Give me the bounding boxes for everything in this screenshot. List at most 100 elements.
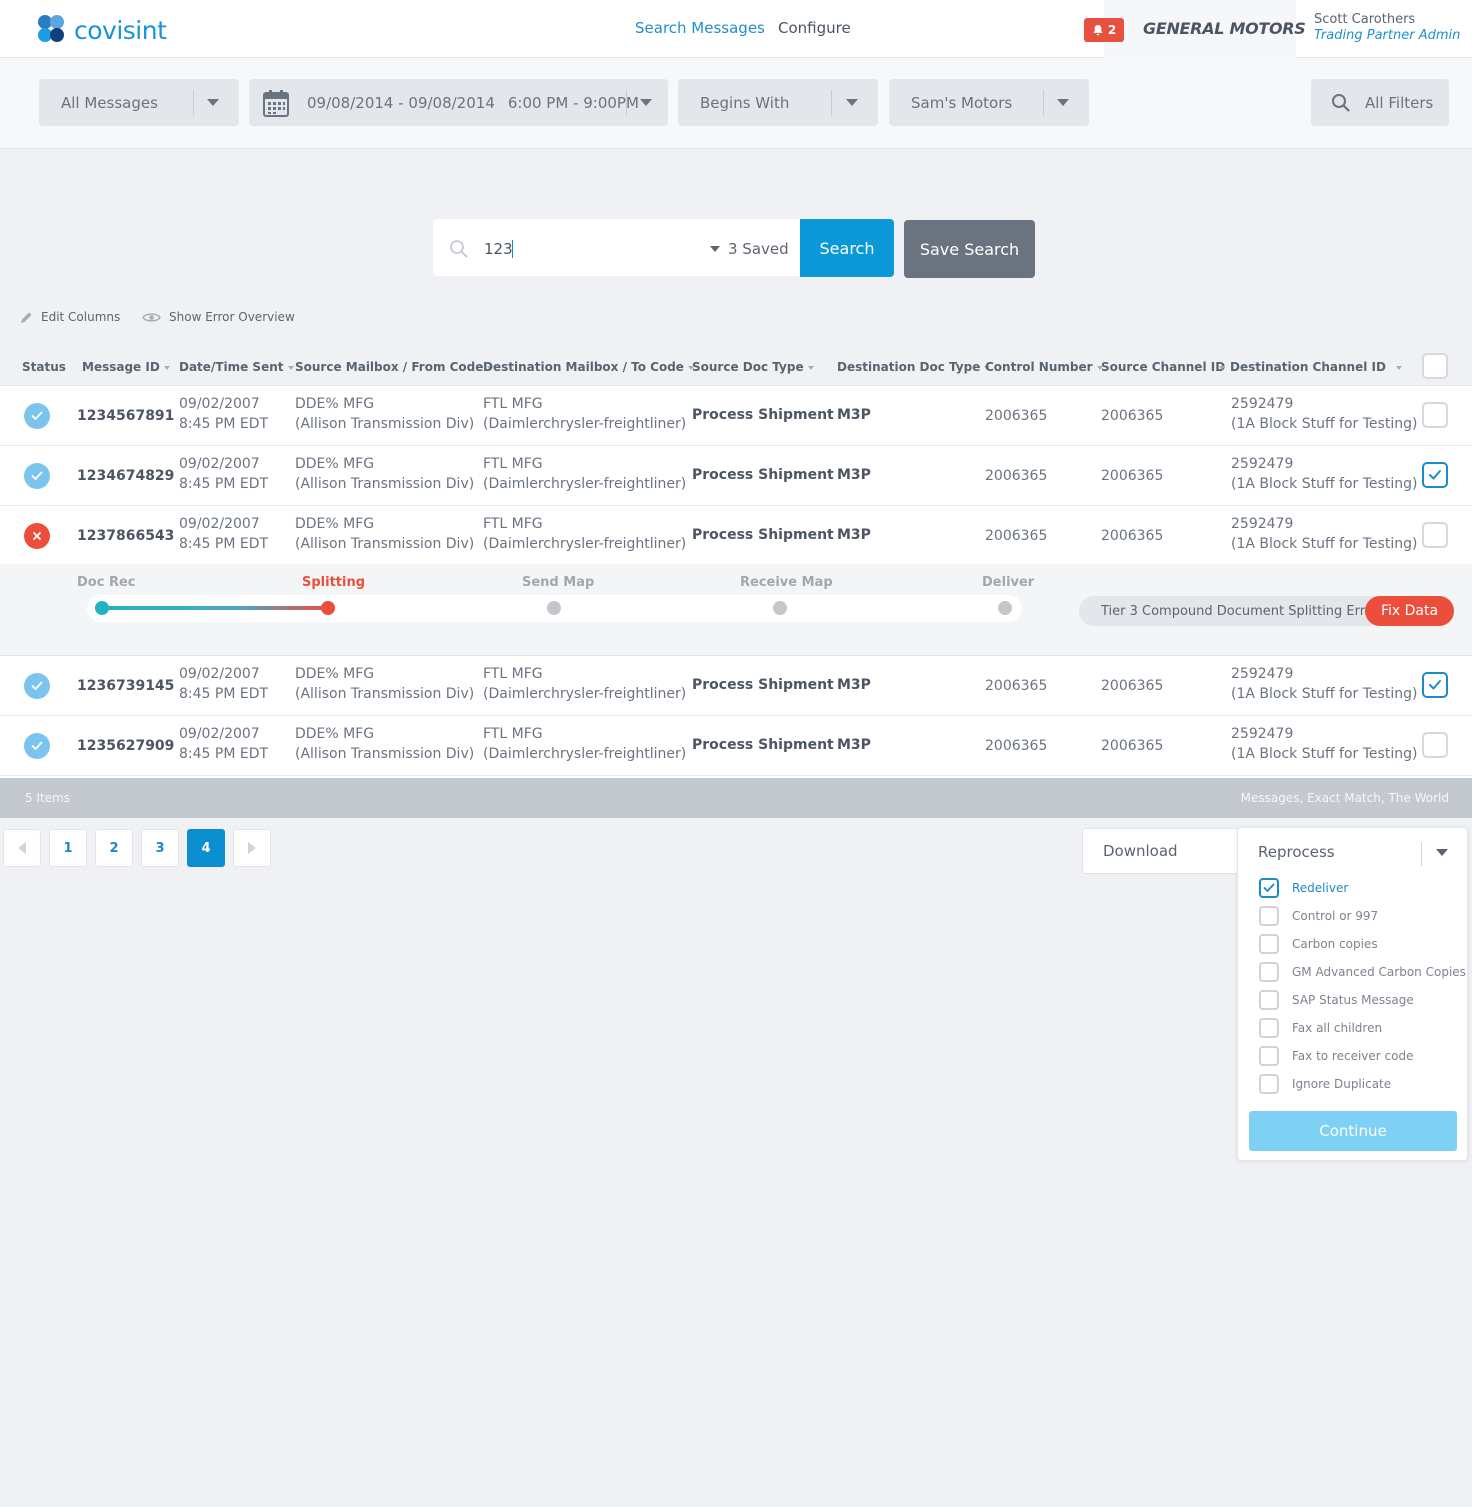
table-row[interactable]: 1237866543 09/02/2007 8:45 PM EDT DDE% MFG (… xyxy=(0,506,1472,566)
covisint-logo[interactable]: covisint xyxy=(38,14,167,46)
source-channel-id: 2006365 xyxy=(1101,738,1164,754)
message-id[interactable]: 1235627909 xyxy=(77,736,174,756)
cell-line: DDE% MFG xyxy=(295,456,375,472)
page-4-button[interactable]: 4 xyxy=(187,829,225,867)
option-checkbox[interactable] xyxy=(1259,1018,1279,1038)
cell-line: (Daimlerchrysler-freightliner) xyxy=(483,746,687,762)
row-checkbox[interactable] xyxy=(1422,732,1448,758)
search-query: 123 xyxy=(484,240,513,258)
chevron-down-icon xyxy=(1057,99,1069,106)
message-id[interactable]: 1236739145 xyxy=(77,676,174,696)
match-type-value: Begins With xyxy=(700,93,790,112)
nav-search-messages[interactable]: Search Messages xyxy=(635,19,765,37)
row-checkbox[interactable] xyxy=(1422,402,1448,428)
col-source-channel-id[interactable]: Source Channel ID xyxy=(1101,360,1225,374)
prev-page-button[interactable] xyxy=(3,829,41,867)
continue-button[interactable]: Continue xyxy=(1249,1111,1457,1151)
page-2-button[interactable]: 2 xyxy=(95,829,133,867)
table-cell: 09/02/2007 8:45 PM EDT xyxy=(179,664,268,704)
search-input[interactable]: 123 3 Saved xyxy=(433,219,800,276)
option-label: Redeliver xyxy=(1292,881,1349,895)
table-cell: FTL MFG (Daimlerchrysler-freightliner) xyxy=(483,454,686,494)
all-filters-button[interactable]: All Filters xyxy=(1311,79,1449,126)
edit-columns-button[interactable]: Edit Columns xyxy=(20,310,120,324)
page-1-button[interactable]: 1 xyxy=(49,829,87,867)
col-destination-channel-sort-icon[interactable] xyxy=(1219,360,1225,374)
col-status[interactable]: Status xyxy=(22,360,66,374)
option-checkbox[interactable] xyxy=(1259,1046,1279,1066)
reprocess-option[interactable]: SAP Status Message xyxy=(1259,990,1414,1010)
cell-line: (Allison Transmission Div) xyxy=(295,746,475,762)
top-header: covisint Search Messages Configure 2 GEN… xyxy=(0,0,1472,58)
time-range-value: 6:00 PM - 9:00PM xyxy=(507,93,639,112)
option-label: SAP Status Message xyxy=(1292,993,1414,1007)
table-row[interactable]: 1236739145 09/02/2007 8:45 PM EDT DDE% MFG (… xyxy=(0,656,1472,716)
reprocess-option[interactable]: Redeliver xyxy=(1259,878,1348,898)
option-checkbox[interactable] xyxy=(1259,1074,1279,1094)
col-message-id[interactable]: Message ID xyxy=(82,360,170,374)
search-button[interactable]: Search xyxy=(800,219,894,277)
col-control-number[interactable]: Control Number xyxy=(985,360,1103,374)
date-range-value: 09/08/2014 - 09/08/2014 xyxy=(307,93,495,112)
table-row[interactable]: 1235627909 09/02/2007 8:45 PM EDT DDE% MFG (… xyxy=(0,716,1472,776)
cell-line: FTL MFG xyxy=(483,396,543,412)
next-page-button[interactable] xyxy=(233,829,271,867)
organization-name[interactable]: GENERAL MOTORS xyxy=(1143,19,1306,38)
table-row[interactable]: 1234567891 09/02/2007 8:45 PM EDT DDE% MFG (… xyxy=(0,386,1472,446)
option-checkbox[interactable] xyxy=(1259,906,1279,926)
reprocess-option[interactable]: Carbon copies xyxy=(1259,934,1378,954)
reprocess-option[interactable]: Fax all children xyxy=(1259,1018,1382,1038)
control-number: 2006365 xyxy=(985,528,1048,544)
notifications-button[interactable]: 2 xyxy=(1084,18,1124,42)
reprocess-dropdown-toggle[interactable]: Reprocess xyxy=(1238,828,1467,874)
message-id[interactable]: 1237866543 xyxy=(77,526,174,546)
reprocess-option[interactable]: Control or 997 xyxy=(1259,906,1378,926)
col-date-time-sent[interactable]: Date/Time Sent xyxy=(179,360,294,374)
download-button[interactable]: Download xyxy=(1082,828,1262,874)
cell-line: (1A Block Stuff for Testing) xyxy=(1231,476,1418,492)
cell-line: 09/02/2007 xyxy=(179,726,260,742)
reprocess-option[interactable]: Fax to receiver code xyxy=(1259,1046,1413,1066)
date-range-filter[interactable]: 09/08/2014 - 09/08/2014 6:00 PM - 9:00PM xyxy=(249,79,668,126)
col-source-mailbox[interactable]: Source Mailbox / From Code xyxy=(295,360,494,374)
option-label: Fax to receiver code xyxy=(1292,1049,1414,1063)
user-name[interactable]: Scott Carothers xyxy=(1314,12,1415,27)
reprocess-option[interactable]: GM Advanced Carbon Copies xyxy=(1259,962,1466,982)
save-search-button[interactable]: Save Search xyxy=(904,220,1035,278)
partner-dropdown[interactable]: Sam's Motors xyxy=(889,79,1089,126)
option-checkbox[interactable] xyxy=(1259,990,1279,1010)
col-destination-channel-id[interactable]: Destination Channel ID xyxy=(1230,360,1402,374)
col-source-doc-type[interactable]: Source Doc Type xyxy=(692,360,814,374)
option-label: Carbon copies xyxy=(1292,937,1378,951)
calendar-icon xyxy=(263,89,289,117)
nav-configure[interactable]: Configure xyxy=(778,19,851,37)
message-id[interactable]: 1234567891 xyxy=(77,406,174,426)
cell-line: (Allison Transmission Div) xyxy=(295,476,475,492)
option-checkbox[interactable] xyxy=(1259,962,1279,982)
page-3-button[interactable]: 3 xyxy=(141,829,179,867)
row-checkbox[interactable] xyxy=(1422,462,1448,488)
option-checkbox[interactable] xyxy=(1259,934,1279,954)
row-checkbox[interactable] xyxy=(1422,522,1448,548)
step-receive-map: Receive Map xyxy=(740,575,833,590)
match-type-dropdown[interactable]: Begins With xyxy=(678,79,878,126)
reprocess-option[interactable]: Ignore Duplicate xyxy=(1259,1074,1391,1094)
option-checkbox[interactable] xyxy=(1259,878,1279,898)
messages-filter-dropdown[interactable]: All Messages xyxy=(39,79,239,126)
col-destination-mailbox[interactable]: Destination Mailbox / To Code xyxy=(483,360,694,374)
step-deliver: Deliver xyxy=(982,575,1035,590)
cell-line: 2592479 xyxy=(1231,516,1294,532)
table-cell: DDE% MFG (Allison Transmission Div) xyxy=(295,514,474,554)
cell-line: DDE% MFG xyxy=(295,396,375,412)
show-error-overview-button[interactable]: Show Error Overview xyxy=(142,310,295,324)
row-checkbox[interactable] xyxy=(1422,672,1448,698)
destination-doc-type: M3P xyxy=(837,677,871,693)
select-all-checkbox[interactable] xyxy=(1422,353,1448,379)
table-row[interactable]: 1234674829 09/02/2007 8:45 PM EDT DDE% MFG (… xyxy=(0,446,1472,506)
saved-searches-dropdown[interactable]: 3 Saved xyxy=(710,240,789,258)
col-destination-doc-type[interactable]: Destination Doc Type xyxy=(837,360,991,374)
cell-line: 09/02/2007 xyxy=(179,666,260,682)
message-id[interactable]: 1234674829 xyxy=(77,466,174,486)
fix-data-button[interactable]: Fix Data xyxy=(1365,596,1454,626)
cell-line: 8:45 PM EDT xyxy=(179,686,269,702)
